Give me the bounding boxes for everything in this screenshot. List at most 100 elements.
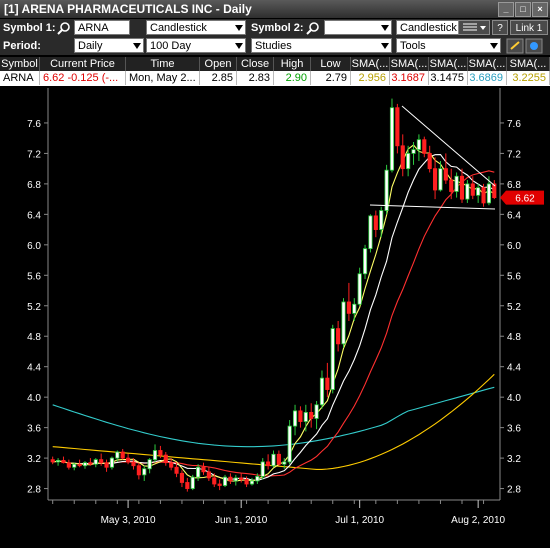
quote-sma3: 3.1475 bbox=[429, 71, 468, 85]
quote-high: 2.90 bbox=[274, 71, 311, 85]
candle-body bbox=[174, 466, 179, 474]
candle-body bbox=[212, 477, 217, 485]
y-tick-label-right: 4.0 bbox=[507, 393, 521, 404]
candle-body bbox=[276, 453, 281, 465]
link-button[interactable]: Link 1 bbox=[510, 20, 548, 35]
candle-body bbox=[163, 454, 168, 464]
quote-close: 2.83 bbox=[237, 71, 274, 85]
quote-current-price: 6.62 -0.125 (-... bbox=[40, 71, 126, 85]
quote-header-cell: Close bbox=[237, 57, 274, 71]
chevron-down-icon bbox=[235, 25, 243, 31]
period-toolbar: Period: Daily 100 Day Studies Tools bbox=[0, 37, 550, 55]
candle-body bbox=[77, 463, 82, 467]
candle-body bbox=[126, 457, 131, 463]
quote-header-cell: SMA(... bbox=[351, 57, 390, 71]
candle-body bbox=[427, 153, 432, 170]
line-style-button[interactable] bbox=[458, 20, 490, 35]
candle-body bbox=[395, 107, 400, 147]
candle-body bbox=[185, 482, 190, 489]
y-tick-label-right: 3.2 bbox=[507, 454, 521, 465]
quote-sma4: 3.6869 bbox=[468, 71, 507, 85]
symbol1-input[interactable]: ARNA bbox=[74, 20, 130, 35]
quote-open: 2.85 bbox=[200, 71, 237, 85]
candle-body bbox=[222, 476, 228, 486]
search-icon[interactable] bbox=[57, 21, 71, 35]
candle-body bbox=[228, 476, 233, 482]
quote-header-cell: SMA(... bbox=[507, 57, 550, 71]
candle-body bbox=[260, 461, 265, 477]
chevron-down-icon bbox=[381, 43, 389, 49]
quote-header-cell: SMA(... bbox=[429, 57, 468, 71]
quote-sma5: 3.2255 bbox=[507, 71, 550, 85]
candle-body bbox=[244, 479, 249, 485]
quote-header-cell: Low bbox=[311, 57, 351, 71]
candle-body bbox=[72, 463, 77, 468]
candle-body bbox=[314, 404, 319, 419]
y-tick-label-left: 5.6 bbox=[27, 271, 41, 282]
candle-body bbox=[287, 425, 292, 463]
symbol2-input[interactable] bbox=[324, 20, 392, 35]
candle-body bbox=[266, 461, 271, 467]
candle-body bbox=[325, 377, 330, 390]
chart-type-select[interactable]: Candlestick bbox=[146, 20, 246, 35]
y-tick-label-right: 5.6 bbox=[507, 271, 521, 282]
candle-body bbox=[233, 477, 238, 482]
quote-header-cell: SMA(... bbox=[468, 57, 507, 71]
candle-body bbox=[432, 168, 438, 191]
tools-select[interactable]: Tools bbox=[396, 38, 501, 53]
candle-body bbox=[309, 412, 314, 419]
candle-body bbox=[109, 457, 115, 468]
candle-body bbox=[120, 451, 125, 459]
range-select[interactable]: 100 Day bbox=[146, 38, 246, 53]
y-tick-label-left: 4.8 bbox=[27, 332, 41, 343]
y-tick-label-right: 4.4 bbox=[507, 363, 521, 374]
chart-type2-select[interactable]: Candlestick bbox=[396, 20, 460, 35]
x-tick-label: May 3, 2010 bbox=[101, 515, 156, 526]
candle-body bbox=[476, 187, 481, 196]
minimize-button[interactable]: _ bbox=[498, 2, 514, 17]
candle-body bbox=[352, 303, 357, 314]
y-tick-label-right: 3.6 bbox=[507, 424, 521, 435]
period-value: Daily bbox=[78, 40, 103, 52]
candle-body bbox=[131, 461, 136, 467]
y-tick-label-right: 2.8 bbox=[507, 485, 521, 496]
quote-row[interactable]: ARNA 6.62 -0.125 (-... Mon, May 2... 2.8… bbox=[0, 71, 550, 86]
maximize-button[interactable]: □ bbox=[515, 2, 531, 17]
candle-body bbox=[88, 462, 93, 465]
help-button[interactable]: ? bbox=[492, 20, 508, 35]
y-tick-label-left: 7.6 bbox=[27, 119, 41, 130]
candle-body bbox=[303, 412, 308, 422]
candle-body bbox=[292, 410, 298, 427]
y-tick-label-right: 6.4 bbox=[507, 210, 521, 221]
candle-body bbox=[249, 480, 255, 485]
quote-header-cell: Symbol bbox=[0, 57, 40, 71]
candle-body bbox=[61, 459, 66, 464]
candle-body bbox=[239, 477, 244, 480]
close-button[interactable]: × bbox=[532, 2, 548, 17]
price-chart[interactable]: 2.8 2.8 3.2 3.2 3.6 3.6 4.0 4.0 4.4 4.4 4.8 4.8 5.2 5… bbox=[0, 88, 550, 545]
chart-type2-value: Candlestick bbox=[400, 22, 457, 34]
candle-body bbox=[152, 450, 158, 461]
search-icon-2[interactable] bbox=[306, 21, 320, 35]
y-tick-label-left: 4.4 bbox=[27, 363, 41, 374]
candle-body bbox=[449, 179, 454, 192]
y-tick-label-right: 6.8 bbox=[507, 180, 521, 191]
studies-value: Studies bbox=[255, 40, 292, 52]
candle-body bbox=[298, 410, 303, 422]
candle-body bbox=[93, 459, 98, 465]
y-tick-label-left: 2.8 bbox=[27, 485, 41, 496]
y-tick-label-left: 5.2 bbox=[27, 302, 41, 313]
candle-body bbox=[486, 183, 491, 204]
candle-body bbox=[271, 453, 276, 467]
chevron-down-icon bbox=[235, 43, 243, 49]
draw-tools-icons[interactable] bbox=[506, 38, 546, 54]
range-value: 100 Day bbox=[150, 40, 191, 52]
period-select[interactable]: Daily bbox=[74, 38, 144, 53]
candle-body bbox=[142, 468, 147, 476]
y-tick-label-right: 4.8 bbox=[507, 332, 521, 343]
candle-body bbox=[443, 168, 448, 181]
studies-select[interactable]: Studies bbox=[251, 38, 392, 53]
candle-body bbox=[341, 301, 346, 345]
y-tick-label-left: 6.4 bbox=[27, 210, 41, 221]
y-tick-label-right: 6.0 bbox=[507, 241, 521, 252]
